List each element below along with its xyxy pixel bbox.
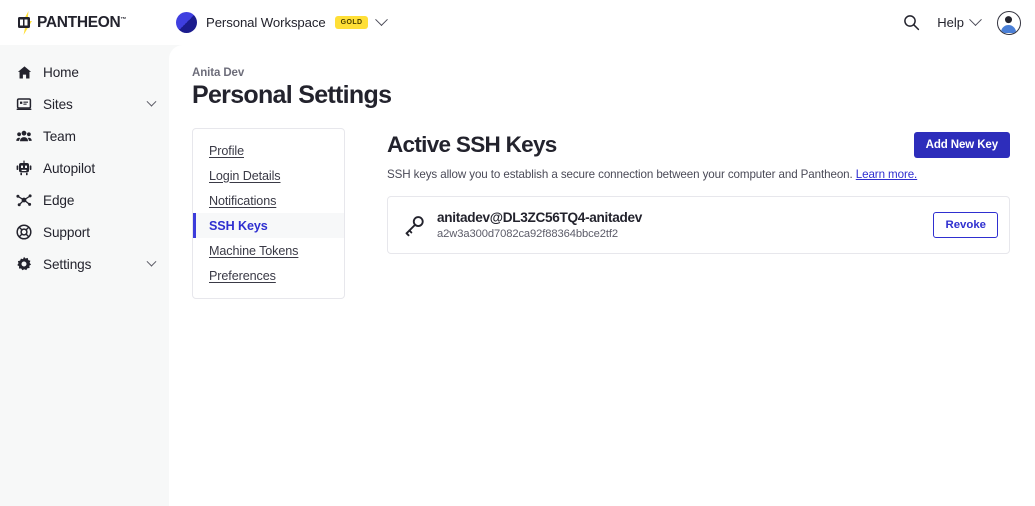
sidebar-item-sites[interactable]: Sites [0,88,169,120]
sidebar-item-label: Sites [43,97,73,112]
top-bar-actions: Help [903,11,1021,35]
support-icon [16,224,32,240]
chevron-down-icon[interactable] [376,13,389,26]
edge-network-icon [16,192,32,208]
gear-icon [16,256,32,272]
sidebar-item-label: Edge [43,193,74,208]
chevron-down-icon[interactable] [147,256,157,266]
subnav-item-label: Notifications [209,194,276,208]
subnav-item-preferences[interactable]: Preferences [193,263,344,288]
key-icon [400,211,428,239]
chevron-down-icon [969,13,982,26]
ssh-keys-description: SSH keys allow you to establish a secure… [387,168,1010,181]
workspace-avatar [176,12,197,33]
settings-subnav: Profile Login Details Notifications SSH … [192,128,345,299]
main-sidebar: Home Sites Team Autopilot Edge [0,45,169,506]
ssh-key-row: anitadev@DL3ZC56TQ4-anitadev a2w3a300d70… [387,196,1010,254]
settings-content: Profile Login Details Notifications SSH … [192,128,1010,299]
sidebar-item-label: Autopilot [43,161,95,176]
ssh-keys-section: Active SSH Keys Add New Key SSH keys all… [345,128,1010,254]
workspace-name: Personal Workspace [206,15,326,30]
subnav-item-login-details[interactable]: Login Details [193,163,344,188]
subnav-item-machine-tokens[interactable]: Machine Tokens [193,238,344,263]
sidebar-item-edge[interactable]: Edge [0,184,169,216]
sidebar-item-label: Settings [43,257,91,272]
help-menu[interactable]: Help [937,15,980,30]
ssh-key-name: anitadev@DL3ZC56TQ4-anitadev [437,210,642,225]
sites-icon [16,96,32,112]
revoke-key-button[interactable]: Revoke [933,212,998,238]
sidebar-item-label: Team [43,129,76,144]
subnav-item-ssh-keys[interactable]: SSH Keys [193,213,344,238]
home-icon [16,64,32,80]
ssh-keys-header: Active SSH Keys Add New Key [387,132,1010,158]
subnav-item-profile[interactable]: Profile [193,138,344,163]
subnav-item-label: Machine Tokens [209,244,298,258]
breadcrumb: Anita Dev [192,67,1010,79]
sidebar-item-team[interactable]: Team [0,120,169,152]
search-icon[interactable] [903,14,920,31]
trademark-mark: ™ [120,16,126,22]
avatar[interactable] [997,11,1021,35]
sidebar-item-settings[interactable]: Settings [0,248,169,280]
sidebar-item-label: Support [43,225,90,240]
add-new-key-button[interactable]: Add New Key [914,132,1010,158]
subnav-item-label: SSH Keys [209,219,268,233]
workspace-switcher[interactable]: Personal Workspace GOLD [176,12,386,33]
top-bar: PANTHEON™ Personal Workspace GOLD Help [0,0,1035,45]
subnav-item-label: Login Details [209,169,281,183]
page-title: Personal Settings [192,81,1010,110]
subnav-item-notifications[interactable]: Notifications [193,188,344,213]
ssh-keys-title: Active SSH Keys [387,132,557,158]
help-label: Help [937,15,964,30]
subnav-item-label: Preferences [209,269,276,283]
ssh-key-meta: anitadev@DL3ZC56TQ4-anitadev a2w3a300d70… [437,210,642,240]
chevron-down-icon[interactable] [147,96,157,106]
sidebar-item-support[interactable]: Support [0,216,169,248]
sidebar-item-autopilot[interactable]: Autopilot [0,152,169,184]
sidebar-item-home[interactable]: Home [0,56,169,88]
sidebar-item-label: Home [43,65,79,80]
pantheon-logo-text: PANTHEON™ [37,14,126,32]
workspace-plan-badge: GOLD [335,16,369,29]
ssh-description-text: SSH keys allow you to establish a secure… [387,168,853,181]
learn-more-link[interactable]: Learn more. [856,168,917,181]
pantheon-logo[interactable]: PANTHEON™ [14,10,164,36]
app-shell: Home Sites Team Autopilot Edge [0,45,1035,506]
main-panel: Anita Dev Personal Settings Profile Logi… [169,45,1035,506]
team-icon [16,128,32,144]
robot-icon [16,160,32,176]
subnav-item-label: Profile [209,144,244,158]
ssh-key-fingerprint: a2w3a300d7082ca92f88364bbce2tf2 [437,228,642,240]
